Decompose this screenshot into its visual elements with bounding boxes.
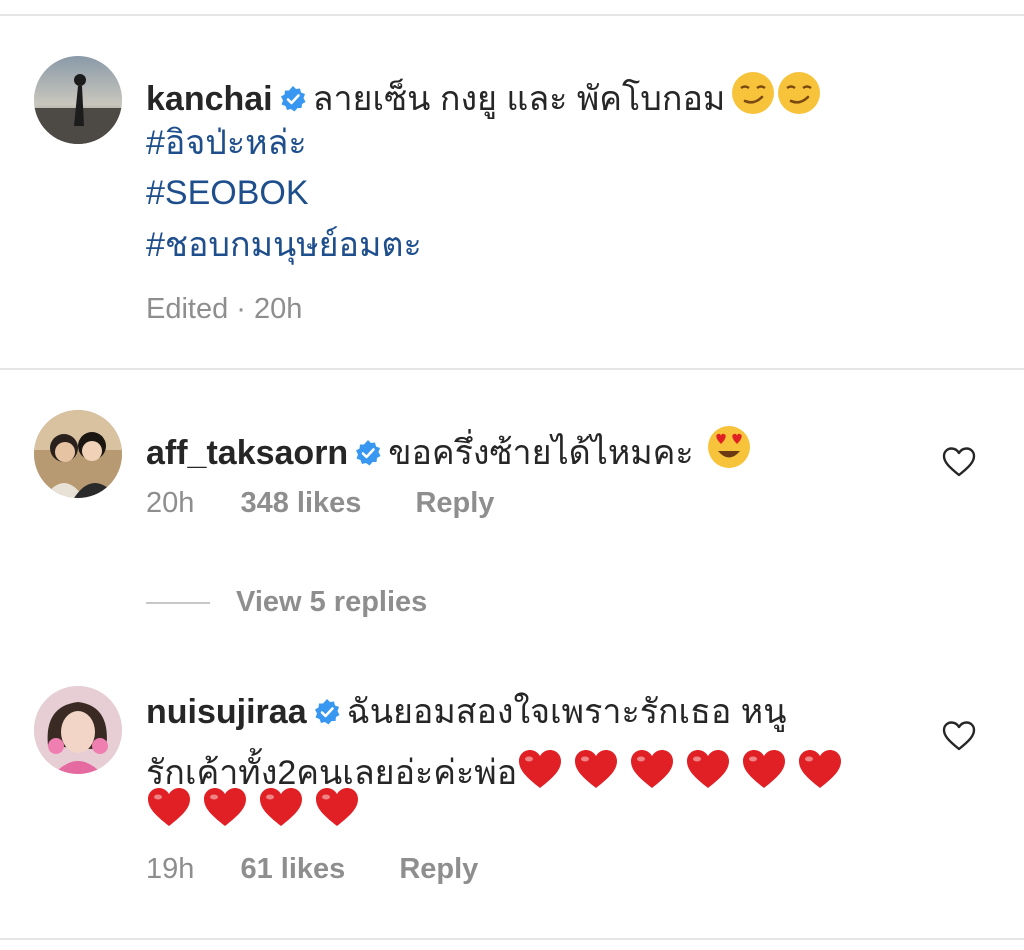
post-caption-text: ลายเซ็น กงยู และ พัคโบกอม: [312, 80, 726, 118]
heart-emoji-row: [146, 788, 370, 826]
verified-icon: [356, 440, 381, 466]
comment-likes-link[interactable]: 348 likes: [240, 487, 361, 519]
red-heart-emoji-icon: [741, 748, 787, 794]
hashtag-link[interactable]: #ชอบกมนุษย์อมตะ: [146, 228, 422, 262]
red-heart-emoji-icon: [685, 748, 731, 794]
red-heart-emoji-icon: [573, 748, 619, 794]
comment-text: ขอครึ่งซ้ายได้ไหมคะ: [388, 434, 694, 472]
caption-divider: [0, 368, 1024, 370]
view-replies-line: [146, 602, 210, 604]
comment-time: 19h: [146, 853, 195, 885]
verified-icon: [280, 86, 306, 112]
post-edited-timestamp: Edited · 20h: [146, 293, 303, 325]
hashtag-link[interactable]: #SEOBOK: [146, 176, 309, 210]
red-heart-emoji-icon: [517, 748, 563, 794]
red-heart-emoji-icon: [146, 786, 192, 832]
red-heart-emoji-icon: [629, 748, 675, 794]
avatar-nuisujiraa[interactable]: [34, 686, 122, 774]
verified-icon: [314, 699, 340, 725]
comment-time: 20h: [146, 487, 195, 519]
view-replies-label: View 5 replies: [236, 586, 428, 618]
comment-line: [146, 786, 370, 832]
bottom-divider: [0, 938, 1024, 940]
red-heart-emoji-icon: [797, 748, 843, 794]
red-heart-emoji-icon: [314, 786, 360, 832]
top-divider: [0, 14, 1024, 16]
heart-eyes-emoji-icon: [706, 424, 752, 474]
post-caption-line: kanchai ลายเซ็น กงยู และ พัคโบกอม: [146, 70, 822, 120]
reply-button[interactable]: Reply: [399, 853, 478, 885]
comment-username[interactable]: aff_taksaorn: [146, 434, 348, 472]
red-heart-emoji-icon: [258, 786, 304, 832]
smirk-emoji-icon: [776, 70, 822, 120]
comment-line: nuisujiraa ฉันยอมสองใจเพราะรักเธอ หนู: [146, 695, 786, 729]
red-heart-emoji-icon: [202, 786, 248, 832]
avatar-kanchai[interactable]: [34, 56, 122, 144]
comment-likes-link[interactable]: 61 likes: [240, 853, 345, 885]
comment-text: ฉันยอมสองใจเพราะรักเธอ หนู: [346, 693, 787, 731]
heart-emoji-row: [517, 750, 853, 788]
post-username[interactable]: kanchai: [146, 80, 273, 118]
comment-meta: 20h 348 likes Reply: [146, 487, 494, 520]
reply-button[interactable]: Reply: [415, 487, 494, 519]
like-heart-icon[interactable]: [942, 720, 976, 752]
view-replies-button[interactable]: View 5 replies: [236, 586, 427, 619]
like-heart-icon[interactable]: [942, 446, 976, 478]
comment-line: aff_taksaorn ขอครึ่งซ้ายได้ไหมคะ: [146, 424, 752, 474]
comment-username[interactable]: nuisujiraa: [146, 693, 307, 731]
smirk-emoji-icon: [730, 70, 776, 120]
hashtag-link[interactable]: #อิจป่ะหล่ะ: [146, 126, 307, 160]
comment-meta: 19h 61 likes Reply: [146, 853, 478, 886]
avatar-aff-taksaorn[interactable]: [34, 410, 122, 498]
